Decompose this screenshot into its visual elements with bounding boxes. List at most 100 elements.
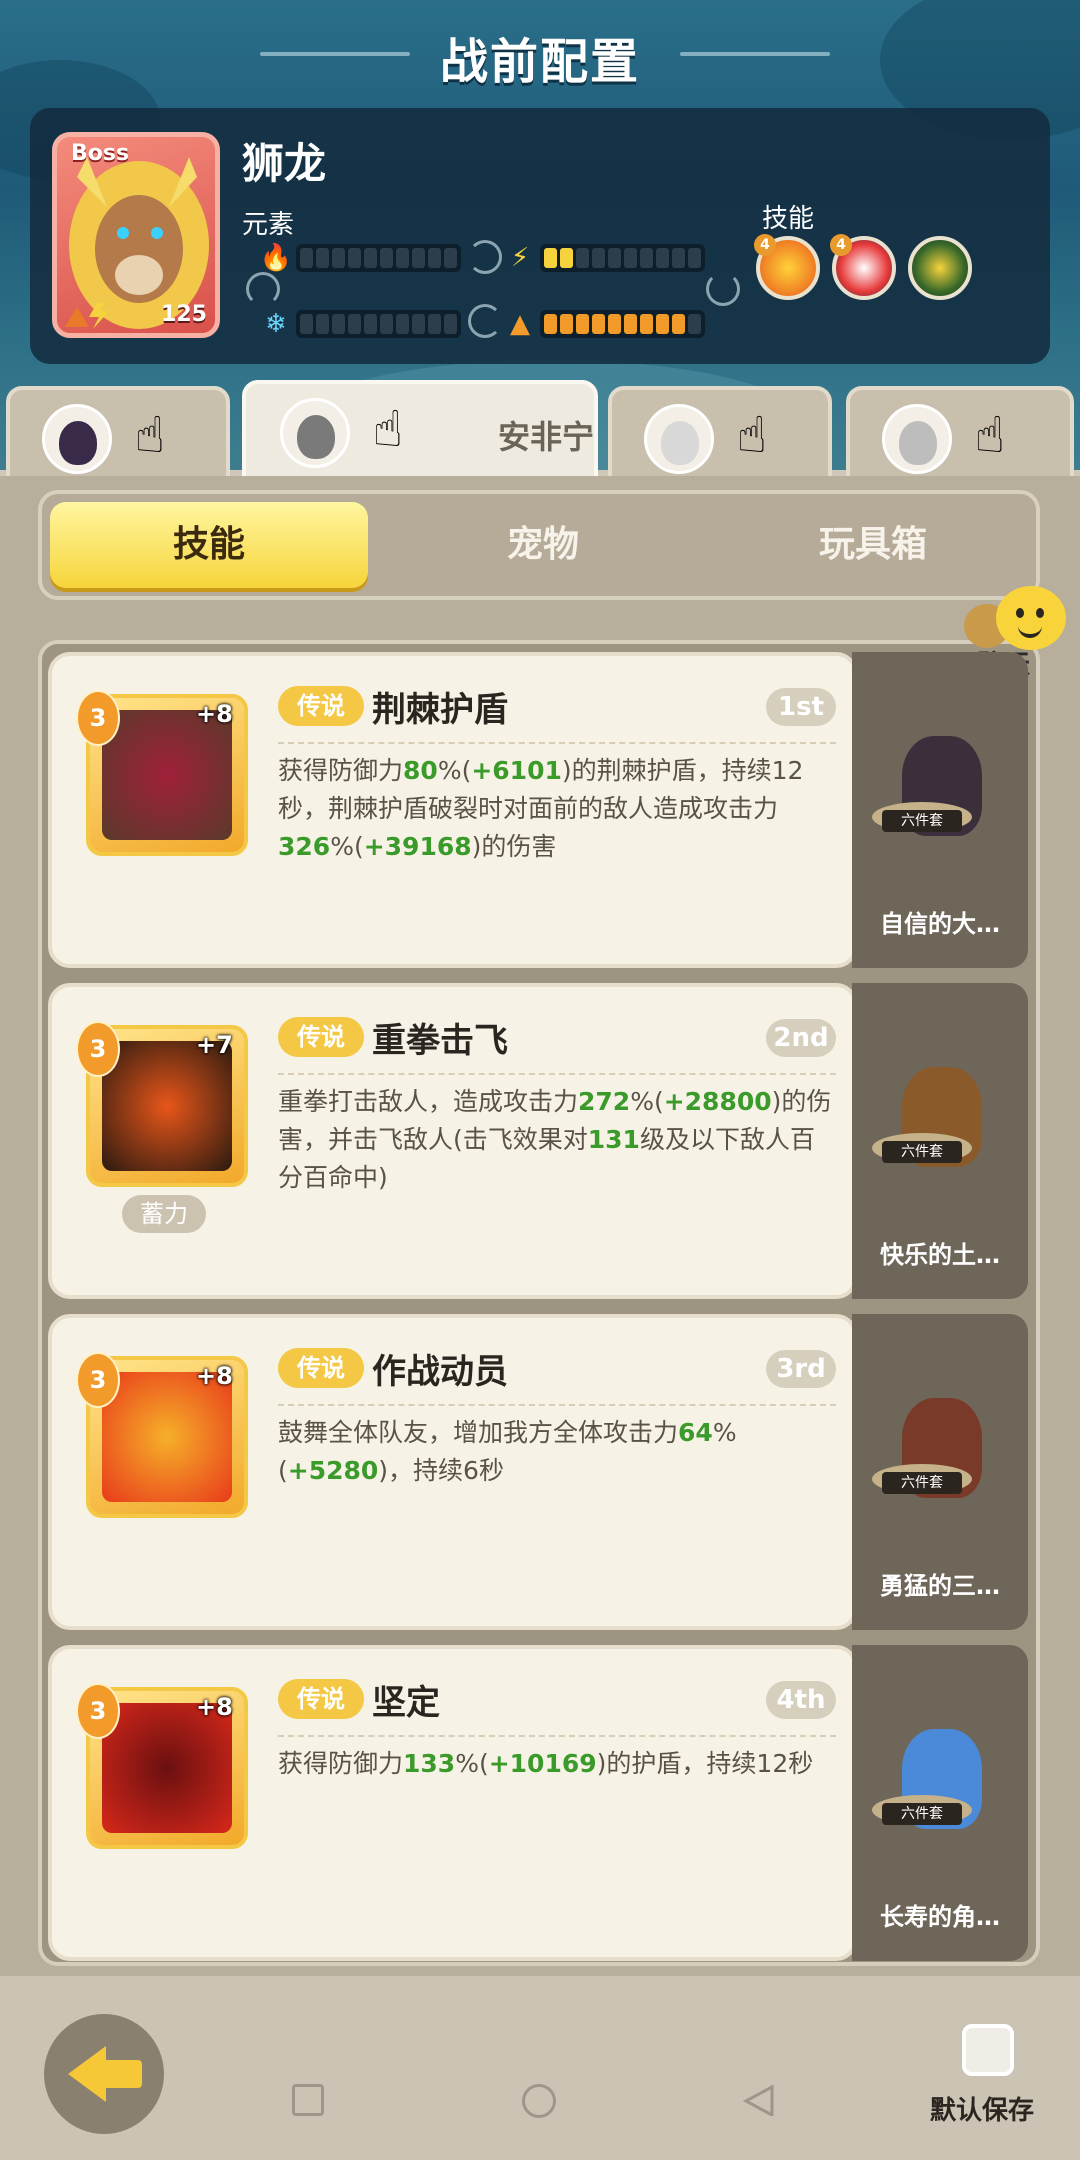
skill-text: %( [630, 1087, 664, 1116]
skill-plus-level: +7 [196, 1031, 233, 1059]
cycle-arrow-icon [468, 304, 502, 338]
hero-tab-4[interactable]: ☝ [846, 386, 1074, 480]
pet-slot[interactable]: 六件套自信的大… [852, 652, 1028, 968]
lightning-icon: ⚡ [510, 243, 530, 273]
skill-text: 鼓舞全体队友，增加我方全体攻击力 [278, 1418, 679, 1447]
pet-slot[interactable]: 六件套快乐的土… [852, 983, 1028, 1299]
hero-avatar [882, 404, 952, 474]
meter-segment [688, 314, 701, 334]
meter-segment [544, 248, 557, 268]
pet-name: 长寿的角… [880, 1903, 1000, 1931]
skill-art-icon [102, 710, 232, 840]
pet-set-label: 六件套 [882, 810, 962, 832]
meter-segment [444, 314, 457, 334]
rarity-tag: 传说 [278, 686, 364, 726]
skill-art-icon [102, 1703, 232, 1833]
boss-skill-beast-orb-icon[interactable] [908, 236, 972, 300]
cycle-arrow-icon [706, 272, 740, 306]
skill-value: 272 [578, 1087, 631, 1116]
rarity-tag: 传说 [278, 1679, 364, 1719]
meter-segment [364, 248, 377, 268]
boss-name: 狮龙 [242, 139, 327, 188]
pet-set-label: 六件套 [882, 1141, 962, 1163]
pet-name: 勇猛的三… [880, 1572, 1000, 1600]
boss-skill-fire-orb-icon[interactable]: 4 [754, 234, 820, 300]
meter-segment [348, 314, 361, 334]
home-icon[interactable] [522, 2084, 556, 2118]
skill-text: )的护盾，持续12秒 [596, 1749, 814, 1778]
skill-text: %( [330, 832, 364, 861]
skill-text: %( [455, 1749, 489, 1778]
skill-value: 80 [403, 756, 438, 785]
skill-value: +28800 [663, 1087, 772, 1116]
hero-tab-2[interactable]: ☝ 安非宁 [242, 380, 598, 480]
back-triangle-icon[interactable] [742, 2084, 774, 2116]
pet-name: 快乐的土… [880, 1241, 1000, 1269]
element-label: 元素 [242, 210, 295, 240]
category-tabs: 技能 宠物 玩具箱 [38, 490, 1040, 600]
meter-segment [672, 248, 685, 268]
meter-segment [608, 248, 621, 268]
pet-name: 自信的大… [880, 910, 1000, 938]
pet-slot[interactable]: 六件套长寿的角… [852, 1645, 1028, 1961]
hero-tabs: ☝ ☝ 安非宁 ☝ ☝ [0, 380, 1080, 480]
skill-card[interactable]: 3 +8 传说 荆棘护盾 1st 获得防御力80%(+6101)的荆棘护盾，持续12秒，荆… [48, 652, 858, 968]
skill-art-icon [102, 1041, 232, 1171]
skill-card[interactable]: 3 +8 传说 作战动员 3rd 鼓舞全体队友，增加我方全体攻击力64%(+5280)，持… [48, 1314, 858, 1630]
skill-description: 重拳打击敌人，造成攻击力272%(+28800)的伤害，并击飞敌人(击飞效果对1… [278, 1083, 838, 1197]
fire-element-bar: 🔥 [260, 242, 461, 274]
tab-pets[interactable]: 宠物 [378, 494, 708, 596]
boss-skill-bird-orb-icon[interactable]: 4 [830, 234, 896, 300]
default-save-checkbox[interactable] [962, 2024, 1014, 2076]
skill-text: 获得防御力 [278, 1749, 404, 1778]
pet-slot[interactable]: 六件套勇猛的三… [852, 1314, 1028, 1630]
meter-segment [380, 314, 393, 334]
skill-text: %( [437, 756, 472, 785]
earth-icon: ▲ [510, 309, 530, 339]
hero-tab-1[interactable]: ☝ [6, 386, 230, 480]
recent-apps-icon[interactable] [292, 2084, 324, 2116]
skill-card[interactable]: 3 +7 蓄力 传说 重拳击飞 2nd 重拳打击敌人，造成攻击力272%(+28800)的伤… [48, 983, 858, 1299]
meter-segment [560, 248, 573, 268]
meter-segment [576, 248, 589, 268]
meter-segment [608, 314, 621, 334]
boss-portrait[interactable]: Boss 125 [52, 132, 220, 338]
pet-set-label: 六件套 [882, 1803, 962, 1825]
meter-segment [396, 248, 409, 268]
skill-title: 坚定 [372, 1683, 440, 1723]
meter-segment [640, 248, 653, 268]
skill-value: +10169 [488, 1749, 597, 1778]
hero-tab-3[interactable]: ☝ [608, 386, 832, 480]
meter-segment [412, 248, 425, 268]
skill-value: 326 [278, 832, 331, 861]
meter-segment [428, 248, 441, 268]
meter-segment [364, 314, 377, 334]
hero-avatar [280, 398, 350, 468]
divider [278, 742, 836, 744]
skill-value: 64 [678, 1418, 713, 1447]
divider [278, 1735, 836, 1737]
skill-level-badge: 4 [830, 234, 852, 256]
earth-element-bar: ▲ [506, 308, 705, 340]
skill-value: +6101 [471, 756, 562, 785]
lightning-element-bar: ⚡ [506, 242, 705, 274]
boss-tag: Boss [71, 141, 130, 166]
skill-value: 131 [587, 1125, 640, 1154]
boss-level: 125 [161, 302, 207, 327]
meter-segment [656, 314, 669, 334]
meter-segment [592, 314, 605, 334]
meter-segment [300, 248, 313, 268]
meter-segment [332, 248, 345, 268]
tab-skills[interactable]: 技能 [50, 502, 368, 588]
tap-hand-icon: ☝ [736, 406, 768, 464]
skill-order-tag: 3rd [766, 1350, 836, 1388]
charge-tag: 蓄力 [122, 1195, 206, 1233]
back-button[interactable] [44, 2014, 164, 2134]
element-meter [540, 244, 705, 272]
meter-segment [672, 314, 685, 334]
hero-avatar [42, 404, 112, 474]
skill-title: 作战动员 [372, 1352, 508, 1392]
pet-set-label: 六件套 [882, 1472, 962, 1494]
meter-segment [624, 314, 637, 334]
skill-card[interactable]: 3 +8 传说 坚定 4th 获得防御力133%(+10169)的护盾，持续12秒 [48, 1645, 858, 1961]
